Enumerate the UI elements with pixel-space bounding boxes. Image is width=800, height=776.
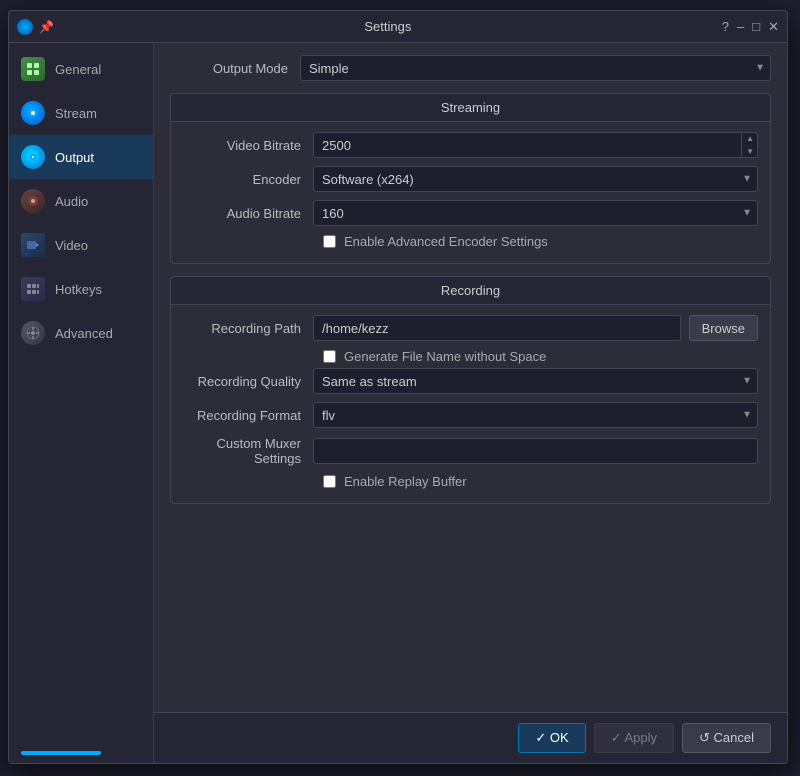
encoder-select-wrapper: Software (x264) Hardware (NVENC) Hardwar… — [313, 166, 758, 192]
generate-filename-checkbox[interactable] — [323, 350, 336, 363]
minimize-button[interactable]: – — [737, 19, 744, 34]
replay-buffer-label: Enable Replay Buffer — [344, 474, 467, 489]
recording-format-select[interactable]: flv mp4 mov mkv ts m3u8 — [313, 402, 758, 428]
dialog-footer: ✓ OK ✓ Apply ↺ Cancel — [154, 712, 787, 763]
recording-quality-label: Recording Quality — [183, 374, 313, 389]
recording-format-select-wrapper: flv mp4 mov mkv ts m3u8 ▼ — [313, 402, 758, 428]
window-controls: ? – □ ✕ — [722, 19, 779, 35]
cancel-button[interactable]: ↺ Cancel — [682, 723, 771, 753]
recording-path-input[interactable] — [313, 315, 681, 341]
audio-label: Audio — [55, 194, 88, 209]
bitrate-spinner-arrows: ▲ ▼ — [741, 132, 758, 158]
video-icon — [21, 233, 45, 257]
audio-bitrate-select[interactable]: 64 96 128 160 192 224 256 320 — [313, 200, 758, 226]
replay-buffer-row: Enable Replay Buffer — [323, 474, 758, 489]
custom-muxer-row: Custom Muxer Settings — [183, 436, 758, 466]
audio-bitrate-label: Audio Bitrate — [183, 206, 313, 221]
output-mode-label: Output Mode — [170, 61, 300, 76]
encoder-select[interactable]: Software (x264) Hardware (NVENC) Hardwar… — [313, 166, 758, 192]
title-bar: 📌 Settings ? – □ ✕ — [9, 11, 787, 43]
recording-format-row: Recording Format flv mp4 mov mkv ts m3u8 — [183, 402, 758, 428]
output-mode-row: Output Mode Simple Advanced ▼ — [170, 55, 771, 81]
dialog-title: Settings — [54, 19, 722, 34]
bitrate-down-button[interactable]: ▼ — [742, 145, 758, 158]
output-mode-select[interactable]: Simple Advanced — [300, 55, 771, 81]
stream-icon — [21, 101, 45, 125]
replay-buffer-checkbox[interactable] — [323, 475, 336, 488]
sidebar-item-audio[interactable]: Audio — [9, 179, 153, 223]
advanced-icon — [21, 321, 45, 345]
generate-filename-label: Generate File Name without Space — [344, 349, 546, 364]
video-bitrate-input[interactable] — [313, 132, 758, 158]
recording-section: Recording Recording Path Browse Generate… — [170, 276, 771, 504]
video-bitrate-label: Video Bitrate — [183, 138, 313, 153]
dialog-body: General Stream — [9, 43, 787, 763]
hotkeys-label: Hotkeys — [55, 282, 102, 297]
encoder-label: Encoder — [183, 172, 313, 187]
audio-bitrate-select-wrapper: 64 96 128 160 192 224 256 320 ▼ — [313, 200, 758, 226]
custom-muxer-label: Custom Muxer Settings — [183, 436, 313, 466]
streaming-title: Streaming — [171, 94, 770, 122]
ok-button[interactable]: ✓ OK — [518, 723, 585, 753]
close-button[interactable]: ✕ — [768, 19, 779, 35]
generate-filename-row: Generate File Name without Space — [323, 349, 758, 364]
browse-button[interactable]: Browse — [689, 315, 758, 341]
custom-muxer-input[interactable] — [313, 438, 758, 464]
app-icon — [17, 19, 33, 35]
settings-dialog: 📌 Settings ? – □ ✕ General — [8, 10, 788, 764]
sidebar-item-output[interactable]: Output — [9, 135, 153, 179]
maximize-button[interactable]: □ — [752, 19, 760, 34]
sidebar-item-stream[interactable]: Stream — [9, 91, 153, 135]
apply-button[interactable]: ✓ Apply — [594, 723, 674, 753]
output-icon — [21, 145, 45, 169]
recording-quality-select[interactable]: Same as stream High Quality, Medium File… — [313, 368, 758, 394]
title-bar-left: 📌 — [17, 19, 54, 35]
streaming-section: Streaming Video Bitrate ▲ ▼ — [170, 93, 771, 264]
video-label: Video — [55, 238, 88, 253]
general-icon — [21, 57, 45, 81]
streaming-body: Video Bitrate ▲ ▼ Encoder — [171, 122, 770, 263]
recording-quality-row: Recording Quality Same as stream High Qu… — [183, 368, 758, 394]
sidebar-item-hotkeys[interactable]: Hotkeys — [9, 267, 153, 311]
pin-icon[interactable]: 📌 — [39, 20, 54, 34]
advanced-encoder-label: Enable Advanced Encoder Settings — [344, 234, 548, 249]
recording-path-row: Recording Path Browse — [183, 315, 758, 341]
audio-bitrate-row: Audio Bitrate 64 96 128 160 192 224 256 — [183, 200, 758, 226]
output-mode-select-wrapper: Simple Advanced ▼ — [300, 55, 771, 81]
scroll-indicator — [21, 751, 101, 755]
encoder-row: Encoder Software (x264) Hardware (NVENC)… — [183, 166, 758, 192]
recording-title: Recording — [171, 277, 770, 305]
content-area: Output Mode Simple Advanced ▼ Streaming — [154, 43, 787, 712]
video-bitrate-wrapper: ▲ ▼ — [313, 132, 758, 158]
recording-path-label: Recording Path — [183, 321, 313, 336]
video-bitrate-row: Video Bitrate ▲ ▼ — [183, 132, 758, 158]
general-label: General — [55, 62, 101, 77]
advanced-encoder-checkbox[interactable] — [323, 235, 336, 248]
advanced-label: Advanced — [55, 326, 113, 341]
stream-label: Stream — [55, 106, 97, 121]
recording-format-label: Recording Format — [183, 408, 313, 423]
advanced-encoder-row: Enable Advanced Encoder Settings — [323, 234, 758, 249]
help-button[interactable]: ? — [722, 19, 729, 34]
sidebar: General Stream — [9, 43, 154, 763]
recording-body: Recording Path Browse Generate File Name… — [171, 305, 770, 503]
sidebar-item-video[interactable]: Video — [9, 223, 153, 267]
bitrate-up-button[interactable]: ▲ — [742, 132, 758, 145]
audio-icon — [21, 189, 45, 213]
sidebar-item-advanced[interactable]: Advanced — [9, 311, 153, 355]
output-label: Output — [55, 150, 94, 165]
hotkeys-icon — [21, 277, 45, 301]
recording-quality-select-wrapper: Same as stream High Quality, Medium File… — [313, 368, 758, 394]
sidebar-item-general[interactable]: General — [9, 47, 153, 91]
